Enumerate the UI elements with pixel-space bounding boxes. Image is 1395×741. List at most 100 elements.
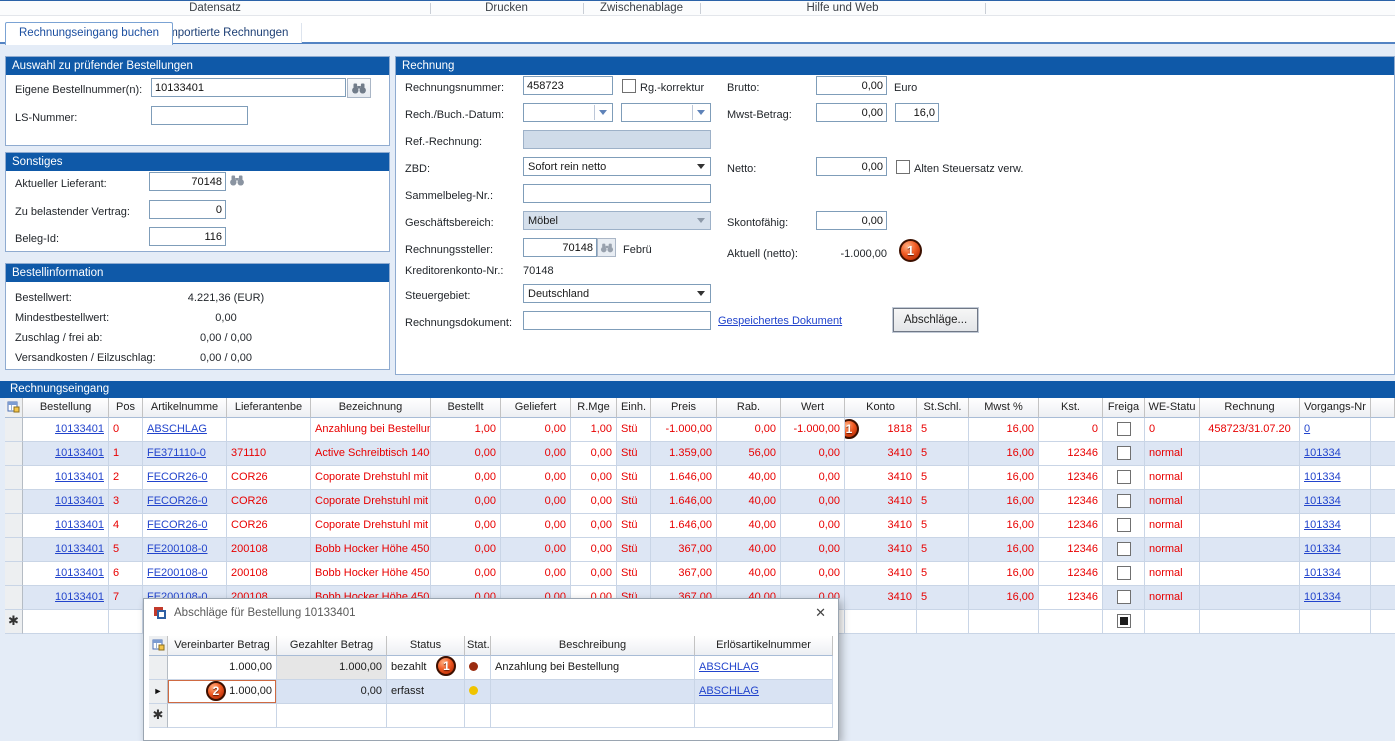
row-selector[interactable] [5, 562, 23, 586]
menu-item-zwischenablage[interactable]: Zwischenablage [583, 1, 700, 15]
grid-customize-icon[interactable] [7, 401, 20, 414]
bestellung-link[interactable]: 10133401 [55, 495, 104, 507]
artikel-link[interactable]: ABSCHLAG [147, 423, 207, 435]
bestellung-link[interactable]: 10133401 [55, 591, 104, 603]
bestellung-link[interactable]: 10133401 [55, 519, 104, 531]
col-header-geliefert[interactable]: Geliefert [501, 398, 571, 418]
row-selector-arrow[interactable]: ► [149, 680, 168, 704]
table-row[interactable]: 101334014FECOR26-0COR26Coporate Drehstuh… [5, 514, 1395, 538]
col-header-status[interactable]: Status [387, 636, 465, 656]
bestellnummer-search-button[interactable] [347, 78, 371, 98]
artikel-link[interactable]: FE200108-0 [147, 567, 208, 579]
dialog-titlebar[interactable]: Abschläge für Bestellung 10133401 ✕ [144, 599, 838, 627]
col-header-artikel[interactable]: Artikelnumme [143, 398, 227, 418]
col-header-stat[interactable]: Stat. [465, 636, 491, 656]
gespeichertes-dokument-link[interactable]: Gespeichertes Dokument [718, 315, 842, 327]
zbd-dropdown[interactable]: Sofort rein netto [523, 157, 711, 176]
ls-nummer-input[interactable] [151, 106, 248, 125]
rg-korrektur-checkbox[interactable] [622, 79, 636, 93]
vertrag-input[interactable] [149, 200, 226, 219]
row-selector[interactable] [5, 418, 23, 442]
col-header-konto[interactable]: Konto [845, 398, 917, 418]
col-header-vereinbart[interactable]: Vereinbarter Betrag [168, 636, 277, 656]
tab-rechnungseingang-buchen[interactable]: Rechnungseingang buchen [5, 22, 173, 45]
vorgang-link[interactable]: 101334 [1304, 447, 1341, 459]
col-header-beschreibung[interactable]: Beschreibung [491, 636, 695, 656]
col-header-bestellung[interactable]: Bestellung [23, 398, 109, 418]
col-header-we[interactable]: WE-Statu [1145, 398, 1200, 418]
erloes-link[interactable]: ABSCHLAG [699, 661, 759, 673]
menu-item-hilfe-und-web[interactable]: Hilfe und Web [700, 1, 985, 15]
row-selector[interactable] [149, 656, 168, 680]
menu-item-drucken[interactable]: Drucken [430, 1, 583, 15]
sammelbeleg-input[interactable] [523, 184, 711, 203]
col-header-einh[interactable]: Einh. [617, 398, 651, 418]
col-header-wert[interactable]: Wert [781, 398, 845, 418]
col-header-mwst[interactable]: Mwst % [969, 398, 1039, 418]
artikel-link[interactable]: FE371110-0 [147, 447, 206, 459]
col-header-rechnung[interactable]: Rechnung [1200, 398, 1300, 418]
freiga-checkbox[interactable] [1117, 494, 1131, 508]
table-row[interactable]: 101334010ABSCHLAGAnzahlung bei Bestellun… [5, 418, 1395, 442]
freiga-checkbox[interactable] [1117, 446, 1131, 460]
rechnungsnummer-input[interactable] [523, 76, 613, 95]
menu-item-datensatz[interactable]: Datensatz [0, 1, 430, 15]
row-selector[interactable] [5, 514, 23, 538]
table-row[interactable]: ►21.000,000,00erfasstABSCHLAG [149, 680, 833, 704]
col-header-filler[interactable] [1371, 398, 1395, 418]
vorgang-link[interactable]: 101334 [1304, 591, 1341, 603]
col-header-sel[interactable] [149, 636, 168, 656]
col-header-kst[interactable]: Kst. [1039, 398, 1103, 418]
vorgang-link[interactable]: 101334 [1304, 567, 1341, 579]
close-icon[interactable]: ✕ [815, 605, 826, 621]
row-selector[interactable] [5, 466, 23, 490]
row-selector[interactable] [5, 538, 23, 562]
table-row[interactable]: 101334012FECOR26-0COR26Coporate Drehstuh… [5, 466, 1395, 490]
col-header-preis[interactable]: Preis [651, 398, 717, 418]
table-row[interactable]: 101334015FE200108-0200108Bobb Hocker Höh… [5, 538, 1395, 562]
mwst-satz-input[interactable] [895, 103, 939, 122]
table-row[interactable]: 101334011FE371110-0371110Active Schreibt… [5, 442, 1395, 466]
col-header-rab[interactable]: Rab. [717, 398, 781, 418]
row-selector[interactable] [5, 586, 23, 610]
col-header-freiga[interactable]: Freiga [1103, 398, 1145, 418]
col-header-sel[interactable] [5, 398, 23, 418]
grid-customize-icon[interactable] [152, 639, 165, 652]
buchungsdatum-dropdown[interactable] [621, 103, 711, 122]
rechnungsdatum-dropdown[interactable] [523, 103, 613, 122]
geschaeftsbereich-dropdown[interactable]: Möbel [523, 211, 711, 230]
vorgang-link[interactable]: 101334 [1304, 519, 1341, 531]
freiga-checkbox[interactable] [1117, 614, 1131, 628]
col-header-bestellt[interactable]: Bestellt [431, 398, 501, 418]
col-header-pos[interactable]: Pos [109, 398, 143, 418]
table-row[interactable]: 1.000,001.000,00bezahlt1Anzahlung bei Be… [149, 656, 833, 680]
steuergebiet-dropdown[interactable]: Deutschland [523, 284, 711, 303]
vorgang-link[interactable]: 101334 [1304, 471, 1341, 483]
erloes-link[interactable]: ABSCHLAG [699, 685, 759, 697]
col-header-stschl[interactable]: St.Schl. [917, 398, 969, 418]
rechnungssteller-search-button[interactable] [597, 238, 616, 257]
table-row[interactable]: 101334016FE200108-0200108Bobb Hocker Höh… [5, 562, 1395, 586]
brutto-input[interactable] [816, 76, 887, 95]
bestellung-link[interactable]: 10133401 [55, 543, 104, 555]
rechnungsdokument-input[interactable] [523, 311, 711, 330]
lieferant-search-icon[interactable] [229, 175, 245, 189]
alten-steuersatz-checkbox[interactable] [896, 160, 910, 174]
lieferant-input[interactable] [149, 172, 226, 191]
bestellung-link[interactable]: 10133401 [55, 447, 104, 459]
col-header-rmge[interactable]: R.Mge [571, 398, 617, 418]
artikel-link[interactable]: FECOR26-0 [147, 519, 208, 531]
row-selector[interactable] [5, 442, 23, 466]
table-row[interactable]: 101334013FECOR26-0COR26Coporate Drehstuh… [5, 490, 1395, 514]
vorgang-link[interactable]: 101334 [1304, 543, 1341, 555]
rechnungssteller-input[interactable] [523, 238, 597, 257]
skonto-input[interactable] [816, 211, 887, 230]
vorgang-link[interactable]: 101334 [1304, 495, 1341, 507]
col-header-gezahlt[interactable]: Gezahlter Betrag [277, 636, 387, 656]
freiga-checkbox[interactable] [1117, 566, 1131, 580]
new-row-indicator[interactable]: ✱ [149, 704, 168, 728]
col-header-vorgang[interactable]: Vorgangs-Nr [1300, 398, 1371, 418]
bestellung-link[interactable]: 10133401 [55, 423, 104, 435]
artikel-link[interactable]: FECOR26-0 [147, 471, 208, 483]
freiga-checkbox[interactable] [1117, 422, 1131, 436]
